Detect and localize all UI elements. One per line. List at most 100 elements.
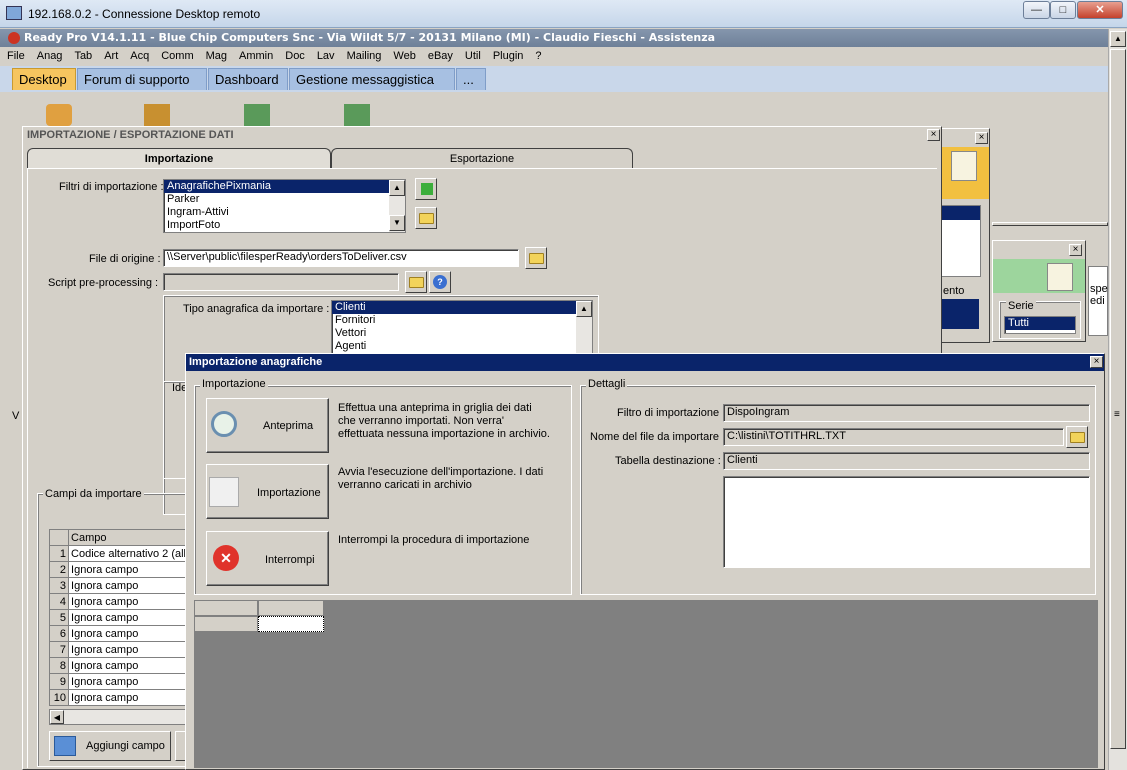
- close-icon[interactable]: ×: [1069, 244, 1082, 256]
- users-icon[interactable]: [46, 104, 72, 126]
- tab-dashboard[interactable]: Dashboard: [208, 68, 288, 90]
- scroll-up-arrow-icon[interactable]: ▲: [1110, 31, 1126, 47]
- list-item[interactable]: Clienti: [332, 301, 592, 314]
- background-window[interactable]: × Serie Tutti: [992, 240, 1086, 342]
- preview-grid-area: [194, 600, 1098, 768]
- tab-importazione[interactable]: Importazione: [27, 148, 331, 168]
- list-item[interactable]: Parker: [164, 193, 405, 206]
- filters-scrollbar[interactable]: ▲ ▼: [389, 180, 405, 232]
- list-item[interactable]: Fornitori: [332, 314, 592, 327]
- scroll-left-arrow-icon[interactable]: ◀: [50, 710, 64, 724]
- notes-textarea[interactable]: [723, 476, 1090, 568]
- campo-cell[interactable]: Ignora campo: [68, 593, 189, 610]
- list-item[interactable]: ImportFoto: [164, 219, 405, 232]
- campo-cell[interactable]: Ignora campo: [68, 625, 189, 642]
- document-icon[interactable]: [244, 104, 270, 126]
- list-item[interactable]: Ingram-Attivi: [164, 206, 405, 219]
- table-row[interactable]: 3 Ignora campo: [48, 577, 189, 594]
- add-filter-button[interactable]: [415, 178, 437, 200]
- menu-item[interactable]: eBay: [421, 48, 458, 62]
- menu-item[interactable]: Doc: [278, 48, 310, 62]
- open-filter-button[interactable]: [415, 207, 437, 229]
- stop-button[interactable]: ✕ Interrompi: [206, 531, 329, 586]
- campo-cell[interactable]: Ignora campo: [68, 657, 189, 674]
- tab-messaggistica[interactable]: Gestione messaggistica: [289, 68, 455, 90]
- script-input[interactable]: [163, 273, 399, 291]
- menu-item[interactable]: ?: [528, 48, 546, 62]
- list-item[interactable]: Vettori: [332, 327, 592, 340]
- scroll-up-arrow-icon[interactable]: ▲: [389, 180, 405, 196]
- menu-item[interactable]: Mag: [199, 48, 232, 62]
- menu-item[interactable]: File: [0, 48, 30, 62]
- menu-item[interactable]: Anag: [30, 48, 68, 62]
- scroll-down-arrow-icon[interactable]: ▼: [389, 215, 405, 231]
- menu-item[interactable]: Acq: [123, 48, 154, 62]
- campo-cell[interactable]: Ignora campo: [68, 577, 189, 594]
- table-row[interactable]: 7 Ignora campo: [48, 641, 189, 658]
- close-icon[interactable]: ×: [1090, 356, 1103, 368]
- filter-field[interactable]: DispoIngram: [723, 404, 1090, 422]
- close-icon[interactable]: ×: [927, 129, 940, 141]
- serie-list[interactable]: Tutti: [1004, 316, 1076, 334]
- gear-document-icon: [209, 477, 239, 507]
- grid-header-campo[interactable]: Campo: [68, 529, 189, 546]
- preview-grid[interactable]: [194, 600, 324, 632]
- menu-item[interactable]: Tab: [67, 48, 97, 62]
- table-row[interactable]: 5 Ignora campo: [48, 609, 189, 626]
- maximize-button[interactable]: □: [1050, 1, 1076, 19]
- menu-item[interactable]: Ammin: [232, 48, 278, 62]
- close-button[interactable]: ✕: [1077, 1, 1123, 19]
- list-item[interactable]: AnagrafichePixmania: [164, 180, 405, 193]
- background-window[interactable]: × ento: [940, 128, 990, 343]
- filename-field[interactable]: C:\listini\TOTITHRL.TXT: [723, 428, 1064, 446]
- desktop-vscrollbar[interactable]: ▲ ≡: [1108, 29, 1127, 770]
- table-row[interactable]: 1 Codice alternativo 2 (all: [48, 545, 189, 562]
- table-row[interactable]: 10 Ignora campo: [48, 689, 189, 706]
- table-row[interactable]: 9 Ignora campo: [48, 673, 189, 690]
- filters-list[interactable]: AnagrafichePixmania Parker Ingram-Attivi…: [163, 179, 406, 233]
- list-item[interactable]: Agenti: [332, 340, 592, 353]
- campo-cell[interactable]: Ignora campo: [68, 673, 189, 690]
- table-row[interactable]: 8 Ignora campo: [48, 657, 189, 674]
- scroll-up-arrow-icon[interactable]: ▲: [576, 301, 592, 317]
- menu-item[interactable]: Comm: [154, 48, 198, 62]
- tab-more[interactable]: ...: [456, 68, 486, 90]
- tipo-scrollbar[interactable]: ▲: [576, 301, 592, 353]
- menu-item[interactable]: Lav: [310, 48, 340, 62]
- document-icon[interactable]: [344, 104, 370, 126]
- tab-desktop[interactable]: Desktop: [12, 68, 76, 90]
- campo-cell[interactable]: Ignora campo: [68, 561, 189, 578]
- package-icon[interactable]: [144, 104, 170, 126]
- campo-cell[interactable]: Ignora campo: [68, 641, 189, 658]
- menu-item[interactable]: Util: [458, 48, 486, 62]
- table-row[interactable]: 4 Ignora campo: [48, 593, 189, 610]
- campo-cell[interactable]: Codice alternativo 2 (all: [68, 545, 189, 562]
- folder-icon: [529, 253, 544, 264]
- table-row[interactable]: 2 Ignora campo: [48, 561, 189, 578]
- file-origin-input[interactable]: \\Server\public\filesperReady\ordersToDe…: [163, 249, 519, 267]
- campi-grid[interactable]: Campo 1 Codice alternativo 2 (all 2 Ignora …: [48, 529, 189, 706]
- tab-esportazione[interactable]: Esportazione: [331, 148, 633, 168]
- browse-filename-button[interactable]: [1066, 426, 1088, 448]
- tab-forum[interactable]: Forum di supporto: [77, 68, 207, 90]
- menu-item[interactable]: Web: [386, 48, 420, 62]
- add-field-button[interactable]: Aggiungi campo: [49, 731, 171, 761]
- scroll-thumb[interactable]: [1110, 49, 1126, 749]
- dest-field[interactable]: Clienti: [723, 452, 1090, 470]
- list-item[interactable]: Tutti: [1005, 317, 1075, 330]
- script-help-button[interactable]: ?: [429, 271, 451, 293]
- menu-item[interactable]: Mailing: [340, 48, 387, 62]
- table-row[interactable]: 6 Ignora campo: [48, 625, 189, 642]
- grid-hscrollbar[interactable]: ◀: [49, 709, 189, 725]
- minimize-button[interactable]: —: [1023, 1, 1050, 19]
- campo-cell[interactable]: Ignora campo: [68, 609, 189, 626]
- campo-cell[interactable]: Ignora campo: [68, 689, 189, 706]
- import-button[interactable]: Importazione: [206, 464, 329, 519]
- browse-script-button[interactable]: [405, 271, 427, 293]
- close-icon[interactable]: ×: [975, 132, 988, 144]
- browse-file-button[interactable]: [525, 247, 547, 269]
- tipo-list[interactable]: Clienti Fornitori Vettori Agenti: [331, 300, 593, 354]
- menu-item[interactable]: Plugin: [486, 48, 529, 62]
- menu-item[interactable]: Art: [97, 48, 123, 62]
- preview-button[interactable]: Anteprima: [206, 398, 329, 453]
